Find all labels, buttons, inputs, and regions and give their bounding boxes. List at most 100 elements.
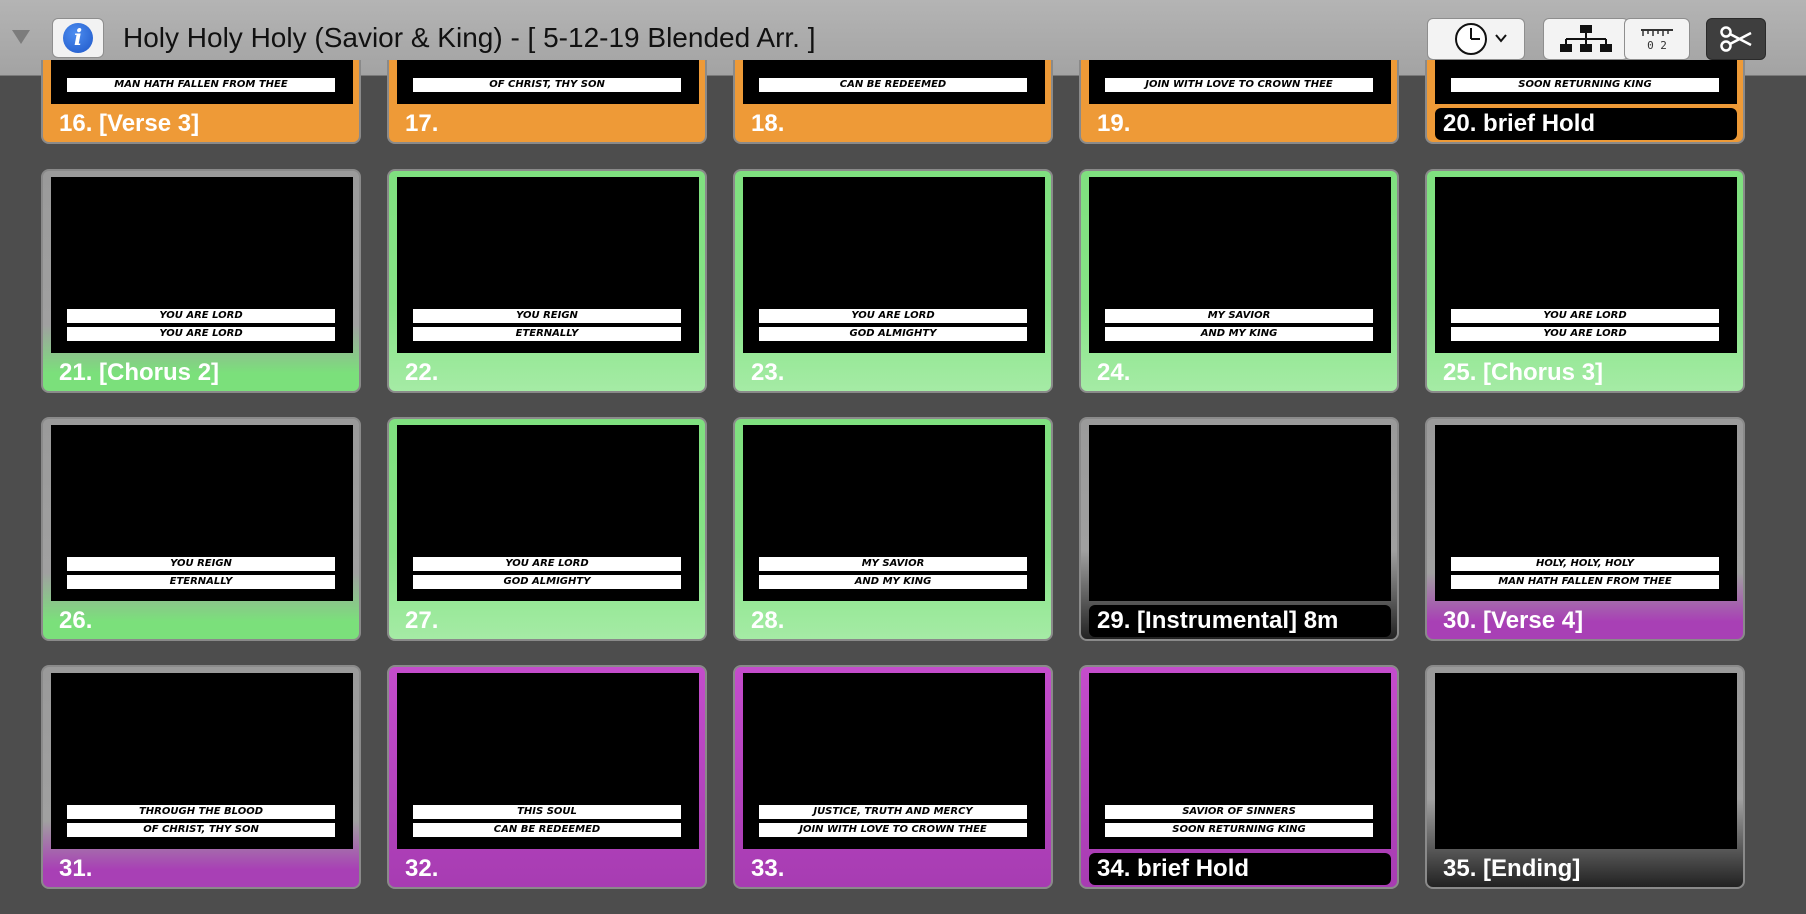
lyric-line: SAVIOR OF SINNERS (1105, 805, 1373, 819)
lyric-line: JUSTICE, TRUTH AND MERCY (759, 805, 1027, 819)
slide-tile[interactable]: MY SAVIOR AND MY KING 28. (733, 417, 1053, 641)
slide-preview: YOU REIGN ETERNALLY (51, 425, 353, 601)
ruler-icon: 0 2 (1641, 29, 1673, 52)
slide-label: 18. (751, 110, 785, 137)
slide-preview: THROUGH THE BLOOD OF CHRIST, THY SON (51, 673, 353, 849)
slide-tile[interactable]: HOLY, HOLY, HOLY MAN HATH FALLEN FROM THE… (1425, 417, 1745, 641)
slide-tile[interactable]: CAN BE REDEEMED 18. (733, 60, 1053, 144)
slide-label: 28. (751, 607, 785, 634)
slide-label: 29. [Instrumental] 8m (1089, 605, 1391, 637)
slide-tile[interactable]: YOU REIGN ETERNALLY 26. (41, 417, 361, 641)
lyric-line: SOON RETURNING KING (1451, 78, 1719, 92)
slide-tile[interactable]: THIS SOUL CAN BE REDEEMED 32. (387, 665, 707, 889)
slide-label: 22. (405, 359, 439, 386)
timer-dropdown-button[interactable] (1427, 18, 1525, 60)
slide-label: 21. [Chorus 2] (59, 359, 220, 386)
lyric-line: MAN HATH FALLEN FROM THEE (67, 78, 335, 92)
lyric-line: YOU ARE LORD (67, 327, 335, 341)
slide-tile[interactable]: YOU ARE LORD YOU ARE LORD 21. [Chorus 2] (41, 169, 361, 393)
slide-preview: MAN HATH FALLEN FROM THEE (51, 60, 353, 104)
lyric-line: YOU ARE LORD (759, 309, 1027, 323)
slide-label: 24. (1097, 359, 1131, 386)
lyric-line: MY SAVIOR (1105, 309, 1373, 323)
lyric-line: MY SAVIOR (759, 557, 1027, 571)
slide-preview (1435, 673, 1737, 849)
lyric-line: AND MY KING (1105, 327, 1373, 341)
slide-preview: SAVIOR OF SINNERS SOON RETURNING KING (1089, 673, 1391, 849)
lyric-line: THROUGH THE BLOOD (67, 805, 335, 819)
lyric-line: YOU ARE LORD (67, 309, 335, 323)
slide-preview: YOU ARE LORD YOU ARE LORD (51, 177, 353, 353)
slide-label: 34. brief Hold (1089, 853, 1391, 885)
hierarchy-icon (1560, 25, 1612, 52)
lyric-line: OF CHRIST, THY SON (67, 823, 335, 837)
slide-label: 23. (751, 359, 785, 386)
slide-label: 19. (1097, 110, 1131, 137)
lyric-line: ETERNALLY (413, 327, 681, 341)
clock-icon (1455, 23, 1507, 55)
collapse-triangle-icon[interactable] (12, 30, 30, 44)
info-icon: i (63, 23, 93, 53)
slide-label: 27. (405, 607, 439, 634)
lyric-line: YOU REIGN (67, 557, 335, 571)
slide-preview: OF CHRIST, THY SON (397, 60, 699, 104)
lyric-line: JOIN WITH LOVE TO CROWN THEE (1105, 78, 1373, 92)
lyric-line: CAN BE REDEEMED (413, 823, 681, 837)
slide-label: 20. brief Hold (1435, 108, 1737, 140)
slide-preview (1089, 425, 1391, 601)
lyric-line: YOU ARE LORD (1451, 327, 1719, 341)
lyric-line: HOLY, HOLY, HOLY (1451, 557, 1719, 571)
slide-tile[interactable]: THROUGH THE BLOOD OF CHRIST, THY SON 31. (41, 665, 361, 889)
arrangement-button[interactable] (1543, 18, 1629, 60)
lyric-line: SOON RETURNING KING (1105, 823, 1373, 837)
lyric-line: YOU ARE LORD (413, 557, 681, 571)
slide-label: 30. [Verse 4] (1443, 607, 1584, 634)
slide-tile[interactable]: YOU REIGN ETERNALLY 22. (387, 169, 707, 393)
slide-preview: THIS SOUL CAN BE REDEEMED (397, 673, 699, 849)
slide-label: 25. [Chorus 3] (1443, 359, 1604, 386)
lyric-line: GOD ALMIGHTY (759, 327, 1027, 341)
lyric-line: YOU ARE LORD (1451, 309, 1719, 323)
slide-label: 32. (405, 855, 439, 882)
slide-preview: YOU ARE LORD GOD ALMIGHTY (397, 425, 699, 601)
slide-label: 33. (751, 855, 785, 882)
ruler-button[interactable]: 0 2 (1624, 18, 1690, 60)
slide-preview: MY SAVIOR AND MY KING (1089, 177, 1391, 353)
slide-tile[interactable]: YOU ARE LORD YOU ARE LORD 25. [Chorus 3] (1425, 169, 1745, 393)
lyric-line: MAN HATH FALLEN FROM THEE (1451, 575, 1719, 589)
lyric-line: YOU REIGN (413, 309, 681, 323)
presentation-title: Holy Holy Holy (Savior & King) - [ 5-12-… (123, 22, 816, 53)
lyric-line: GOD ALMIGHTY (413, 575, 681, 589)
slide-tile[interactable]: SAVIOR OF SINNERS SOON RETURNING KING 34. … (1079, 665, 1399, 889)
slide-label: 17. (405, 110, 439, 137)
lyric-line: AND MY KING (759, 575, 1027, 589)
slide-tile[interactable]: MY SAVIOR AND MY KING 24. (1079, 169, 1399, 393)
slide-tile[interactable]: JOIN WITH LOVE TO CROWN THEE 19. (1079, 60, 1399, 144)
lyric-line: THIS SOUL (413, 805, 681, 819)
slide-preview: SOON RETURNING KING (1435, 60, 1737, 104)
info-button[interactable]: i (52, 18, 104, 58)
scissors-button[interactable] (1706, 18, 1766, 60)
slide-preview: YOU ARE LORD GOD ALMIGHTY (743, 177, 1045, 353)
slide-preview: HOLY, HOLY, HOLY MAN HATH FALLEN FROM THE… (1435, 425, 1737, 601)
slide-tile[interactable]: YOU ARE LORD GOD ALMIGHTY 23. (733, 169, 1053, 393)
slide-label: 31. (59, 855, 93, 882)
ruler-text: 0 2 (1647, 39, 1667, 52)
slide-label: 35. [Ending] (1443, 855, 1581, 882)
slide-tile[interactable]: OF CHRIST, THY SON 17. (387, 60, 707, 144)
slide-preview: YOU ARE LORD YOU ARE LORD (1435, 177, 1737, 353)
lyric-line: OF CHRIST, THY SON (413, 78, 681, 92)
slide-tile[interactable]: MAN HATH FALLEN FROM THEE 16. [Verse 3] (41, 60, 361, 144)
slide-preview: YOU REIGN ETERNALLY (397, 177, 699, 353)
slide-tile[interactable]: JUSTICE, TRUTH AND MERCY JOIN WITH LOVE T… (733, 665, 1053, 889)
slide-tile[interactable]: YOU ARE LORD GOD ALMIGHTY 27. (387, 417, 707, 641)
slide-preview: JOIN WITH LOVE TO CROWN THEE (1089, 60, 1391, 104)
slide-preview: CAN BE REDEEMED (743, 60, 1045, 104)
slide-preview: JUSTICE, TRUTH AND MERCY JOIN WITH LOVE T… (743, 673, 1045, 849)
slide-tile[interactable]: SOON RETURNING KING 20. brief Hold (1425, 60, 1745, 144)
slide-tile[interactable]: 29. [Instrumental] 8m (1079, 417, 1399, 641)
slide-label: 26. (59, 607, 93, 634)
slide-tile[interactable]: 35. [Ending] (1425, 665, 1745, 889)
slide-label: 16. [Verse 3] (59, 110, 200, 137)
scissors-icon (1720, 26, 1752, 52)
